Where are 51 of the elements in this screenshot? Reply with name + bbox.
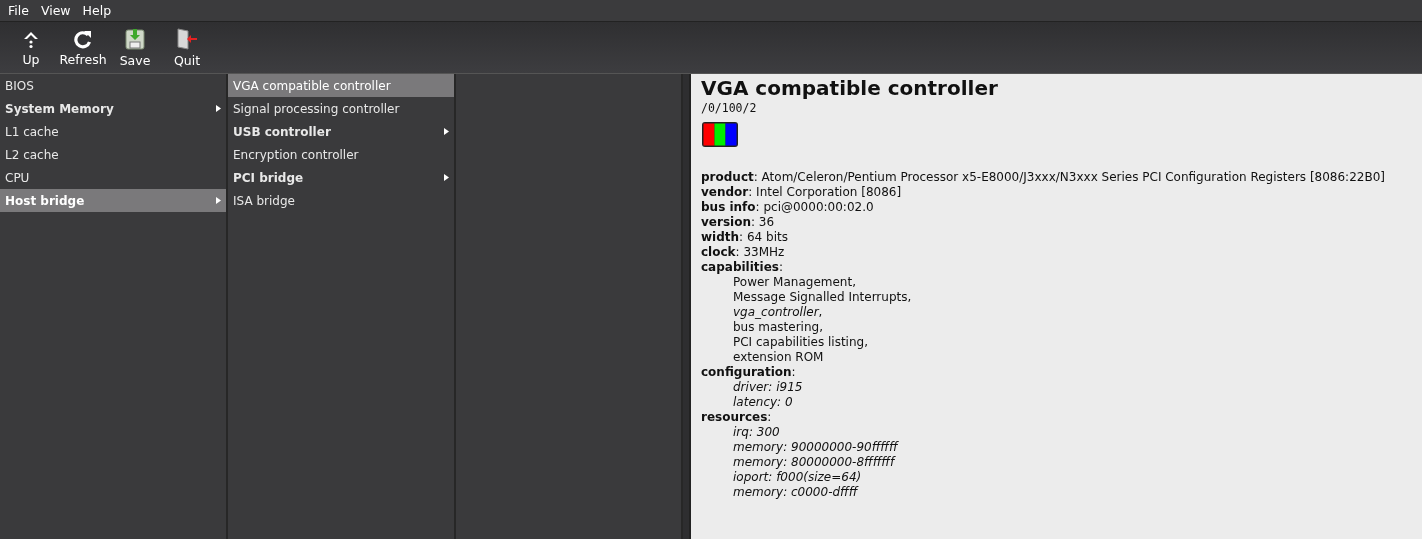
field-value: irq: 300 <box>732 425 780 440</box>
menu-item[interactable]: View <box>34 3 77 18</box>
exit-door-icon <box>176 27 198 50</box>
toolbar-button[interactable]: Save <box>109 22 161 73</box>
display-icon <box>701 121 739 148</box>
device-title: VGA compatible controller <box>701 76 999 100</box>
field-value: memory: 80000000-8fffffff <box>732 455 895 470</box>
field-value: Message Signalled Interrupts, <box>732 290 912 305</box>
list-item[interactable]: ISA bridge <box>228 189 454 212</box>
field-value: Power Management, <box>732 275 856 290</box>
field-label: configuration: <box>701 365 797 380</box>
list-item[interactable]: Signal processing controller <box>228 97 454 120</box>
submenu-arrow-icon <box>444 128 449 135</box>
submenu-arrow-icon <box>216 197 221 204</box>
list-item[interactable]: CPU <box>0 166 226 189</box>
submenu-arrow-icon <box>444 174 449 181</box>
toolbar-button[interactable]: Quit <box>161 22 213 73</box>
field-value: bus mastering, <box>732 320 823 335</box>
toolbar-button[interactable]: Refresh <box>57 22 109 73</box>
list-item[interactable]: Encryption controller <box>228 143 454 166</box>
device-path: /0/100/2 <box>701 101 758 115</box>
field-label: resources: <box>701 410 773 425</box>
field-value: vga_controller, <box>732 305 823 320</box>
field-label: capabilities: <box>701 260 784 275</box>
field-row-text: bus info: pci@0000:00:02.0 <box>701 200 875 215</box>
list-item[interactable]: Host bridge <box>0 189 226 212</box>
list-item[interactable]: BIOS <box>0 74 226 97</box>
list-item[interactable]: System Memory <box>0 97 226 120</box>
menu-item[interactable]: File <box>2 3 35 18</box>
menu-item[interactable]: Help <box>76 3 118 18</box>
list-item[interactable]: VGA compatible controller <box>228 74 454 97</box>
toolbar-button[interactable]: Up <box>5 22 57 73</box>
list-item[interactable]: L2 cache <box>0 143 226 166</box>
field-row-text: version: 36 <box>701 215 776 230</box>
list-item[interactable]: L1 cache <box>0 120 226 143</box>
field-value: driver: i915 <box>732 380 803 395</box>
submenu-arrow-icon <box>216 105 221 112</box>
field-value: extension ROM <box>732 350 824 365</box>
field-row-text: vendor: Intel Corporation [8086] <box>701 185 903 200</box>
field-row-text: clock: 33MHz <box>701 245 786 260</box>
field-value: ioport: f000(size=64) <box>732 470 862 485</box>
field-row-text: product: Atom/Celeron/Pentium Processor x5-E8000/J3xxx/N3xxx Series PCI Configuration Registers [8086:22B0] <box>701 170 1386 185</box>
field-value: memory: c0000-dffff <box>732 485 858 500</box>
field-value: PCI capabilities listing, <box>732 335 868 350</box>
field-value: latency: 0 <box>732 395 793 410</box>
field-row-text: width: 64 bits <box>701 230 789 245</box>
field-value: memory: 90000000-90ffffff <box>732 440 898 455</box>
list-item[interactable]: PCI bridge <box>228 166 454 189</box>
list-item[interactable]: USB controller <box>228 120 454 143</box>
refresh-icon <box>73 28 93 49</box>
save-icon <box>125 27 145 50</box>
